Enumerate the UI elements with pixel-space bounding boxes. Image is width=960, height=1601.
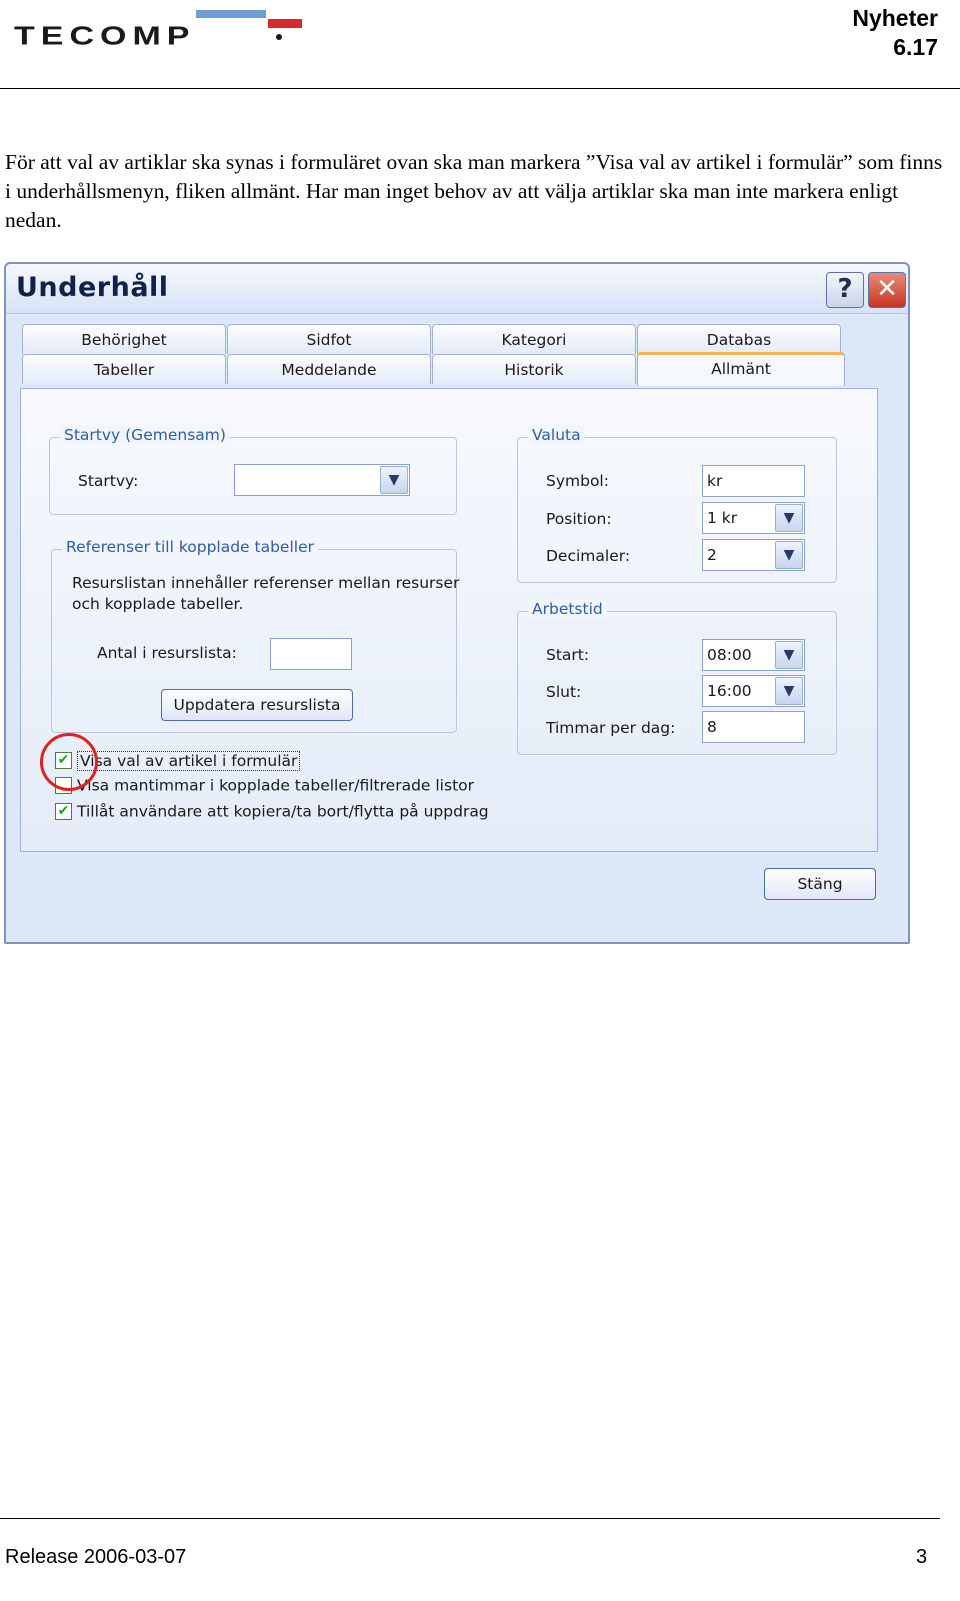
dialog-title: Underhåll <box>16 272 169 303</box>
checkbox-visa-mantimmar[interactable]: Visa mantimmar i kopplade tabeller/filtr… <box>55 776 474 798</box>
tab-kategori[interactable]: Kategori <box>432 324 636 354</box>
footer-divider <box>0 1518 940 1519</box>
intro-paragraph: För att val av artiklar ska synas i form… <box>5 150 943 232</box>
footer-release: Release 2006-03-07 <box>5 1546 187 1568</box>
help-button[interactable]: ? <box>826 272 864 308</box>
group-referenser-legend: Referenser till kopplade tabeller <box>62 538 318 556</box>
checkbox-visa-artikel-label: Visa val av artikel i formulär <box>77 750 301 771</box>
start-value: 08:00 <box>707 646 752 664</box>
tab-allmant[interactable]: Allmänt <box>637 352 845 386</box>
position-select[interactable]: 1 kr ▼ <box>702 502 805 534</box>
decimaler-label: Decimaler: <box>546 547 631 565</box>
group-arbetstid: Arbetstid Start: 08:00 ▼ Slut: 16:00 ▼ T… <box>517 600 837 755</box>
tab-strip: Behörighet Sidfot Kategori Databas Tabel… <box>22 324 868 390</box>
checkbox-checked-icon[interactable]: ✔ <box>55 803 72 820</box>
highlight-circle <box>40 733 98 791</box>
stang-button[interactable]: Stäng <box>764 868 876 900</box>
slut-value: 16:00 <box>707 682 752 700</box>
header-title: Nyheter 6.17 <box>852 4 938 62</box>
tecomp-logo: TECOMP <box>6 4 302 62</box>
antal-input[interactable] <box>270 638 352 670</box>
tab-historik[interactable]: Historik <box>432 354 636 384</box>
tab-tabeller[interactable]: Tabeller <box>22 354 226 384</box>
tab-panel-allmant: Startvy (Gemensam) Startvy: ▼ Referenser… <box>20 388 878 852</box>
slut-label: Slut: <box>546 683 582 701</box>
underhall-dialog: Underhåll ? ✕ Behörighet Sidfot Kategori… <box>4 262 910 944</box>
symbol-label: Symbol: <box>546 472 609 490</box>
decimaler-value: 2 <box>707 546 717 564</box>
timmar-input[interactable]: 8 <box>702 711 805 743</box>
antal-label: Antal i resurslista: <box>97 644 237 662</box>
tab-databas[interactable]: Databas <box>637 324 841 354</box>
position-label: Position: <box>546 510 612 528</box>
dialog-titlebar: Underhåll ? ✕ <box>6 264 908 314</box>
close-window-button[interactable]: ✕ <box>868 272 906 308</box>
chevron-down-icon[interactable]: ▼ <box>775 504 803 532</box>
chevron-down-icon[interactable]: ▼ <box>380 466 408 494</box>
group-valuta-legend: Valuta <box>528 426 585 444</box>
header-version: 6.17 <box>893 34 938 60</box>
header-divider <box>0 88 960 89</box>
update-resurslista-button[interactable]: Uppdatera resurslista <box>161 689 353 721</box>
slut-select[interactable]: 16:00 ▼ <box>702 675 805 707</box>
tab-meddelande[interactable]: Meddelande <box>227 354 431 384</box>
tab-sidfot[interactable]: Sidfot <box>227 324 431 354</box>
position-value: 1 kr <box>707 509 738 527</box>
group-valuta: Valuta Symbol: kr Position: 1 kr ▼ Decim… <box>517 426 837 583</box>
timmar-label: Timmar per dag: <box>546 719 676 737</box>
chevron-down-icon[interactable]: ▼ <box>775 541 803 569</box>
start-select[interactable]: 08:00 ▼ <box>702 639 805 671</box>
checkbox-visa-mantimmar-label: Visa mantimmar i kopplade tabeller/filtr… <box>77 776 474 795</box>
checkbox-tillat-kopiera[interactable]: ✔ Tillåt användare att kopiera/ta bort/fl… <box>55 802 489 824</box>
logo-blue-bar <box>196 10 266 18</box>
referenser-desc-line2: och kopplade tabeller. <box>72 595 244 613</box>
header-title-line1: Nyheter <box>852 5 938 31</box>
checkbox-tillat-kopiera-label: Tillåt användare att kopiera/ta bort/fly… <box>77 802 489 821</box>
logo-dot <box>276 34 282 40</box>
startvy-label: Startvy: <box>78 472 139 490</box>
group-startvy: Startvy (Gemensam) Startvy: ▼ <box>49 426 457 515</box>
group-arbetstid-legend: Arbetstid <box>528 600 607 618</box>
symbol-input[interactable]: kr <box>702 465 805 497</box>
referenser-desc-line1: Resurslistan innehåller referenser mella… <box>72 574 460 592</box>
decimaler-select[interactable]: 2 ▼ <box>702 539 805 571</box>
logo-text: TECOMP <box>14 22 196 51</box>
page-number: 3 <box>916 1546 928 1568</box>
group-startvy-legend: Startvy (Gemensam) <box>60 426 230 444</box>
tab-behorighet[interactable]: Behörighet <box>22 324 226 354</box>
chevron-down-icon[interactable]: ▼ <box>775 677 803 705</box>
logo-red-bar <box>268 19 302 28</box>
chevron-down-icon[interactable]: ▼ <box>775 641 803 669</box>
startvy-select[interactable]: ▼ <box>234 464 410 496</box>
page-header: TECOMP Nyheter 6.17 <box>0 0 960 90</box>
group-referenser: Referenser till kopplade tabeller Resurs… <box>51 538 460 733</box>
start-label: Start: <box>546 646 590 664</box>
